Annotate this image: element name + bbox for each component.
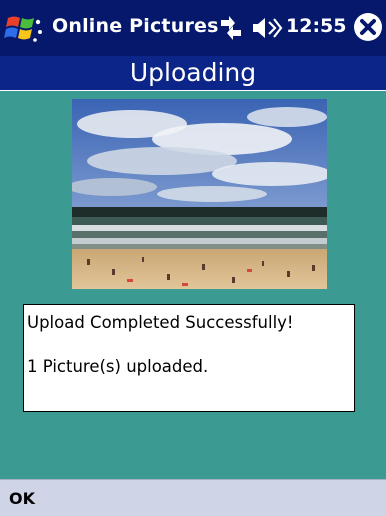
title-bar: Online Pictures 12:55: [0, 0, 386, 56]
status-message: Upload Completed Successfully!: [27, 313, 294, 332]
app-title: Online Pictures: [52, 15, 219, 37]
windows-flag-icon: [4, 16, 42, 42]
command-bar: OK: [0, 479, 386, 516]
connectivity-icon[interactable]: [218, 14, 244, 42]
speaker-icon[interactable]: [251, 16, 283, 40]
ok-button[interactable]: OK: [9, 489, 35, 508]
upload-count: 1 Picture(s) uploaded.: [27, 357, 209, 376]
clock[interactable]: 12:55: [286, 15, 346, 37]
start-button[interactable]: [4, 10, 44, 46]
status-message-box: Upload Completed Successfully! 1 Picture…: [23, 304, 355, 412]
page-title: Uploading: [0, 56, 386, 92]
beach-photo: [72, 99, 327, 289]
close-button[interactable]: [352, 11, 384, 43]
main-content: Upload Completed Successfully! 1 Picture…: [0, 91, 386, 479]
close-icon: [354, 13, 382, 41]
